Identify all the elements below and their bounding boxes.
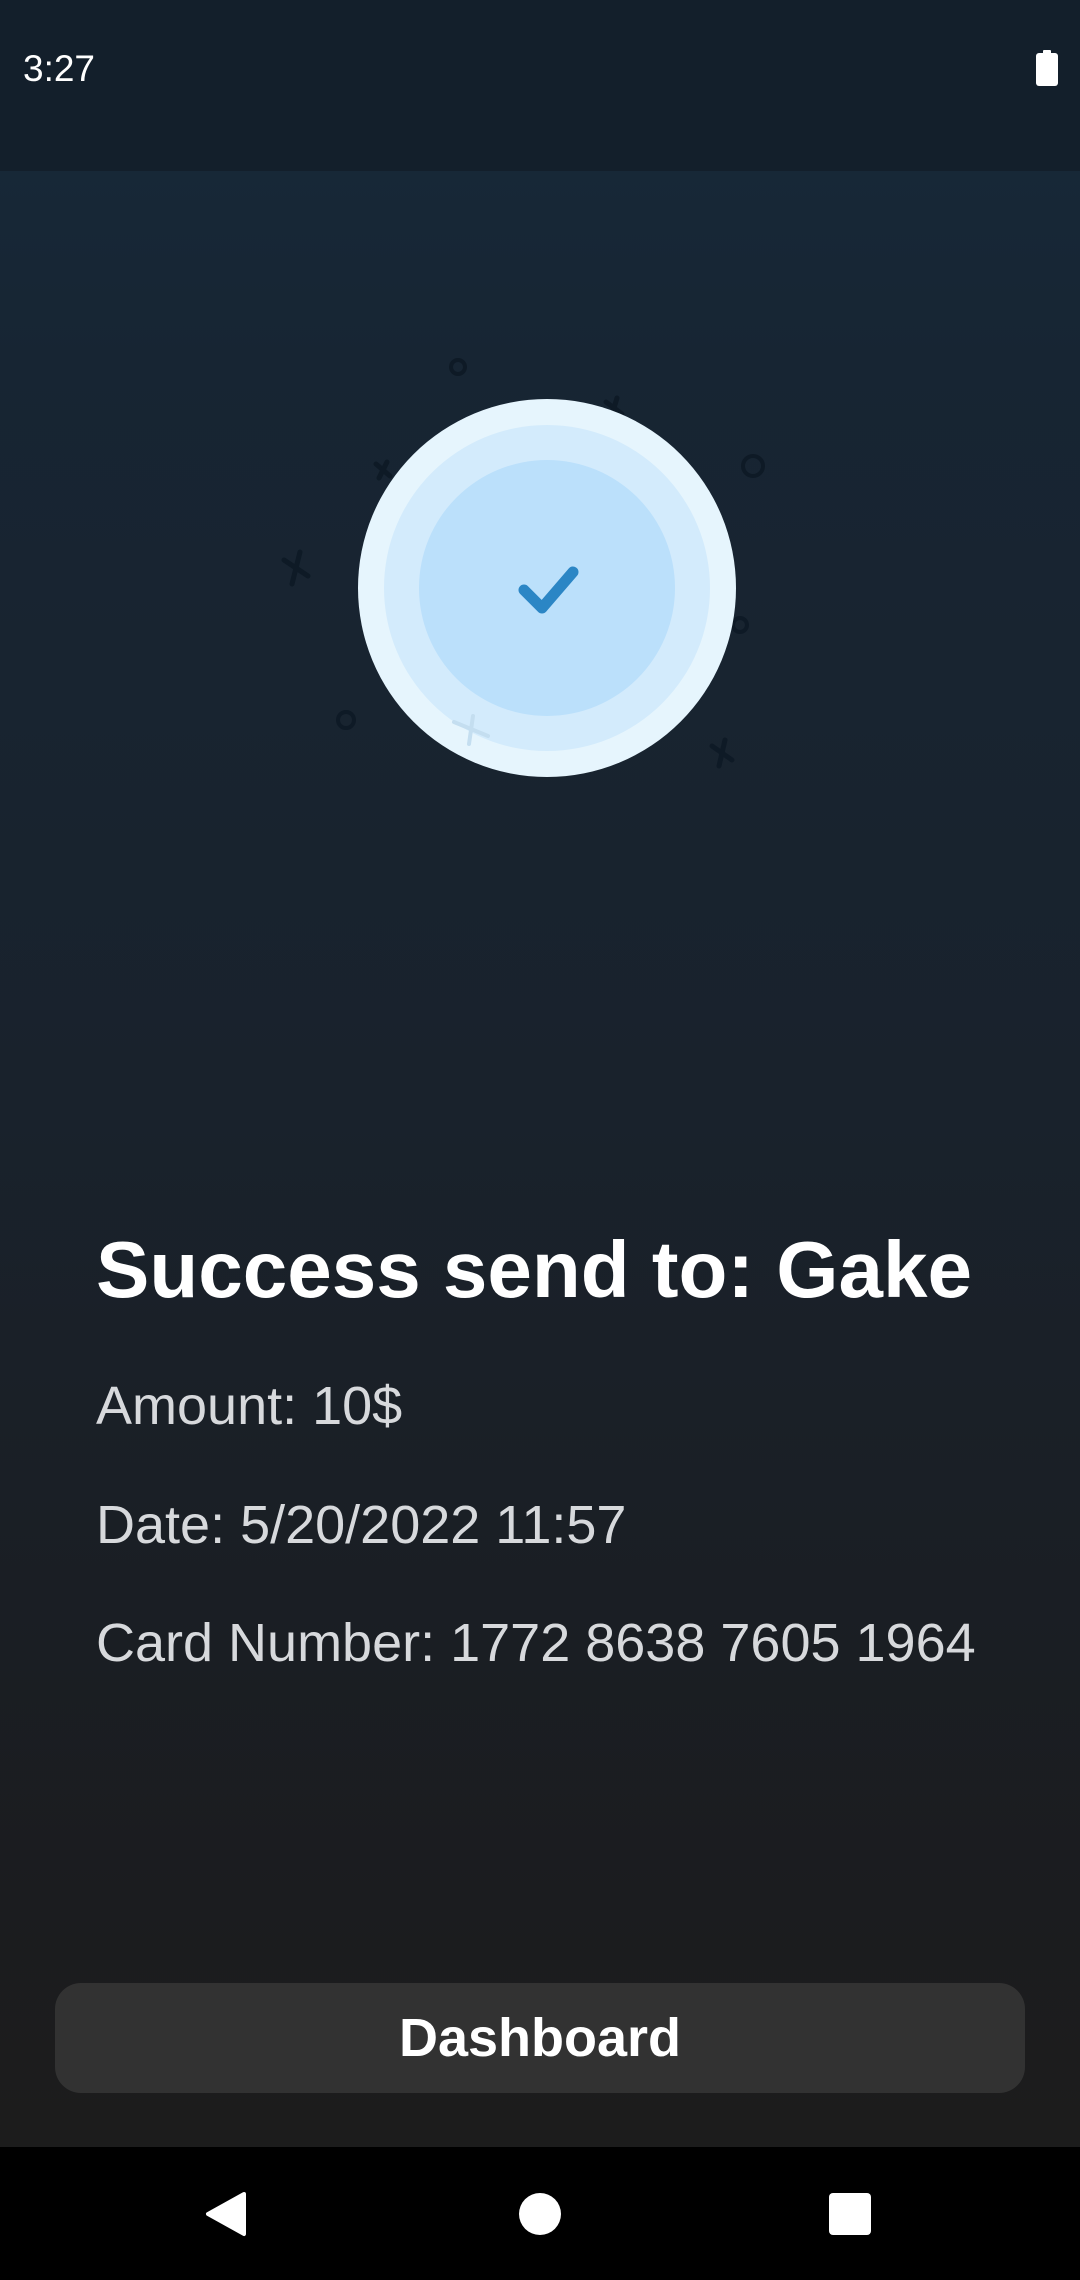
recents-square-icon[interactable] bbox=[829, 2193, 871, 2235]
success-illustration bbox=[281, 358, 765, 777]
card-number-text: Card Number: 1772 8638 7605 1964 bbox=[96, 1613, 976, 1673]
status-time: 3:27 bbox=[23, 48, 96, 89]
dashboard-button[interactable]: Dashboard bbox=[55, 1983, 1025, 2093]
date-text: Date: 5/20/2022 11:57 bbox=[96, 1495, 627, 1555]
success-title: Success send to: Gake bbox=[96, 1225, 972, 1314]
home-circle-icon[interactable] bbox=[519, 2193, 561, 2235]
amount-text: Amount: 10$ bbox=[96, 1376, 403, 1436]
status-bar: 3:27 bbox=[0, 0, 1080, 171]
battery-full-icon bbox=[1036, 50, 1058, 86]
back-triangle-icon[interactable] bbox=[204, 2190, 246, 2238]
